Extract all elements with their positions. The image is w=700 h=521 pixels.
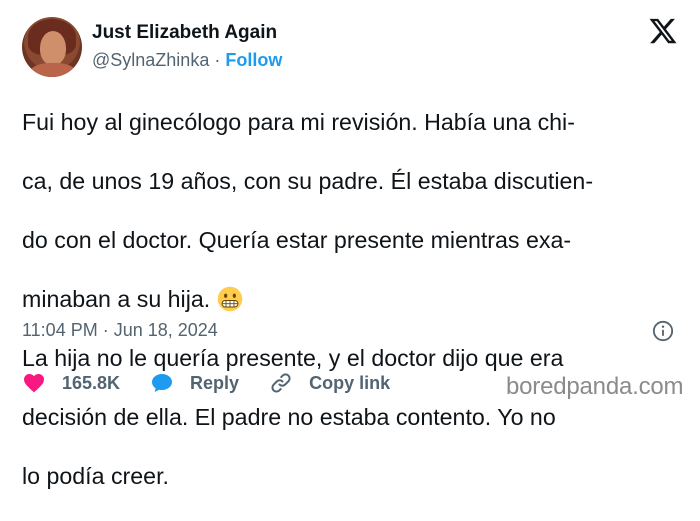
handle-separator: · <box>214 50 221 70</box>
reply-button[interactable]: Reply <box>150 371 239 395</box>
tweet-line: minaban a su hija. <box>22 285 211 312</box>
speech-bubble-icon <box>152 374 173 392</box>
grimacing-face-icon <box>217 286 242 311</box>
copy-link-button[interactable]: Copy link <box>269 371 390 395</box>
tweet-line: La hija no le quería presente, y el doct… <box>22 344 564 371</box>
heart-icon <box>24 374 44 393</box>
info-icon[interactable] <box>652 320 674 342</box>
reply-label: Reply <box>190 372 240 393</box>
handle-row: @SylnaZhinka · Follow <box>92 49 282 71</box>
tweet-text: Fui hoy al ginecólogo para mi revisión. … <box>22 78 684 521</box>
tweet-line: do con el doctor. Quería estar presente … <box>22 226 572 253</box>
follow-button[interactable]: Follow <box>225 50 282 70</box>
display-name[interactable]: Just Elizabeth Again <box>92 22 282 44</box>
like-button[interactable]: 165.8K <box>22 371 120 395</box>
tweet-line: decisión de ella. El padre no estaba con… <box>22 403 556 430</box>
tweet-timestamp[interactable]: 11:04 PM · Jun 18, 2024 <box>22 319 218 341</box>
tweet-line-with-emoji: minaban a su hija. <box>22 285 684 315</box>
watermark: boredpanda.com <box>506 373 684 400</box>
avatar-face <box>40 31 66 65</box>
user-handle[interactable]: @SylnaZhinka <box>92 50 209 70</box>
avatar[interactable] <box>22 17 82 77</box>
tweet-line: Fui hoy al ginecólogo para mi revisión. … <box>22 108 575 135</box>
author-block: Just Elizabeth Again @SylnaZhinka · Foll… <box>92 22 282 71</box>
tweet-line: lo podía creer. <box>22 462 169 489</box>
copy-link-label: Copy link <box>309 372 391 393</box>
like-count: 165.8K <box>62 372 121 393</box>
avatar-body <box>30 63 76 77</box>
link-icon <box>271 373 291 393</box>
action-bar: 165.8K Reply Copy link <box>22 370 420 396</box>
x-logo-icon[interactable] <box>648 16 678 46</box>
tweet-line: ca, de unos 19 años, con su padre. Él es… <box>22 167 594 194</box>
